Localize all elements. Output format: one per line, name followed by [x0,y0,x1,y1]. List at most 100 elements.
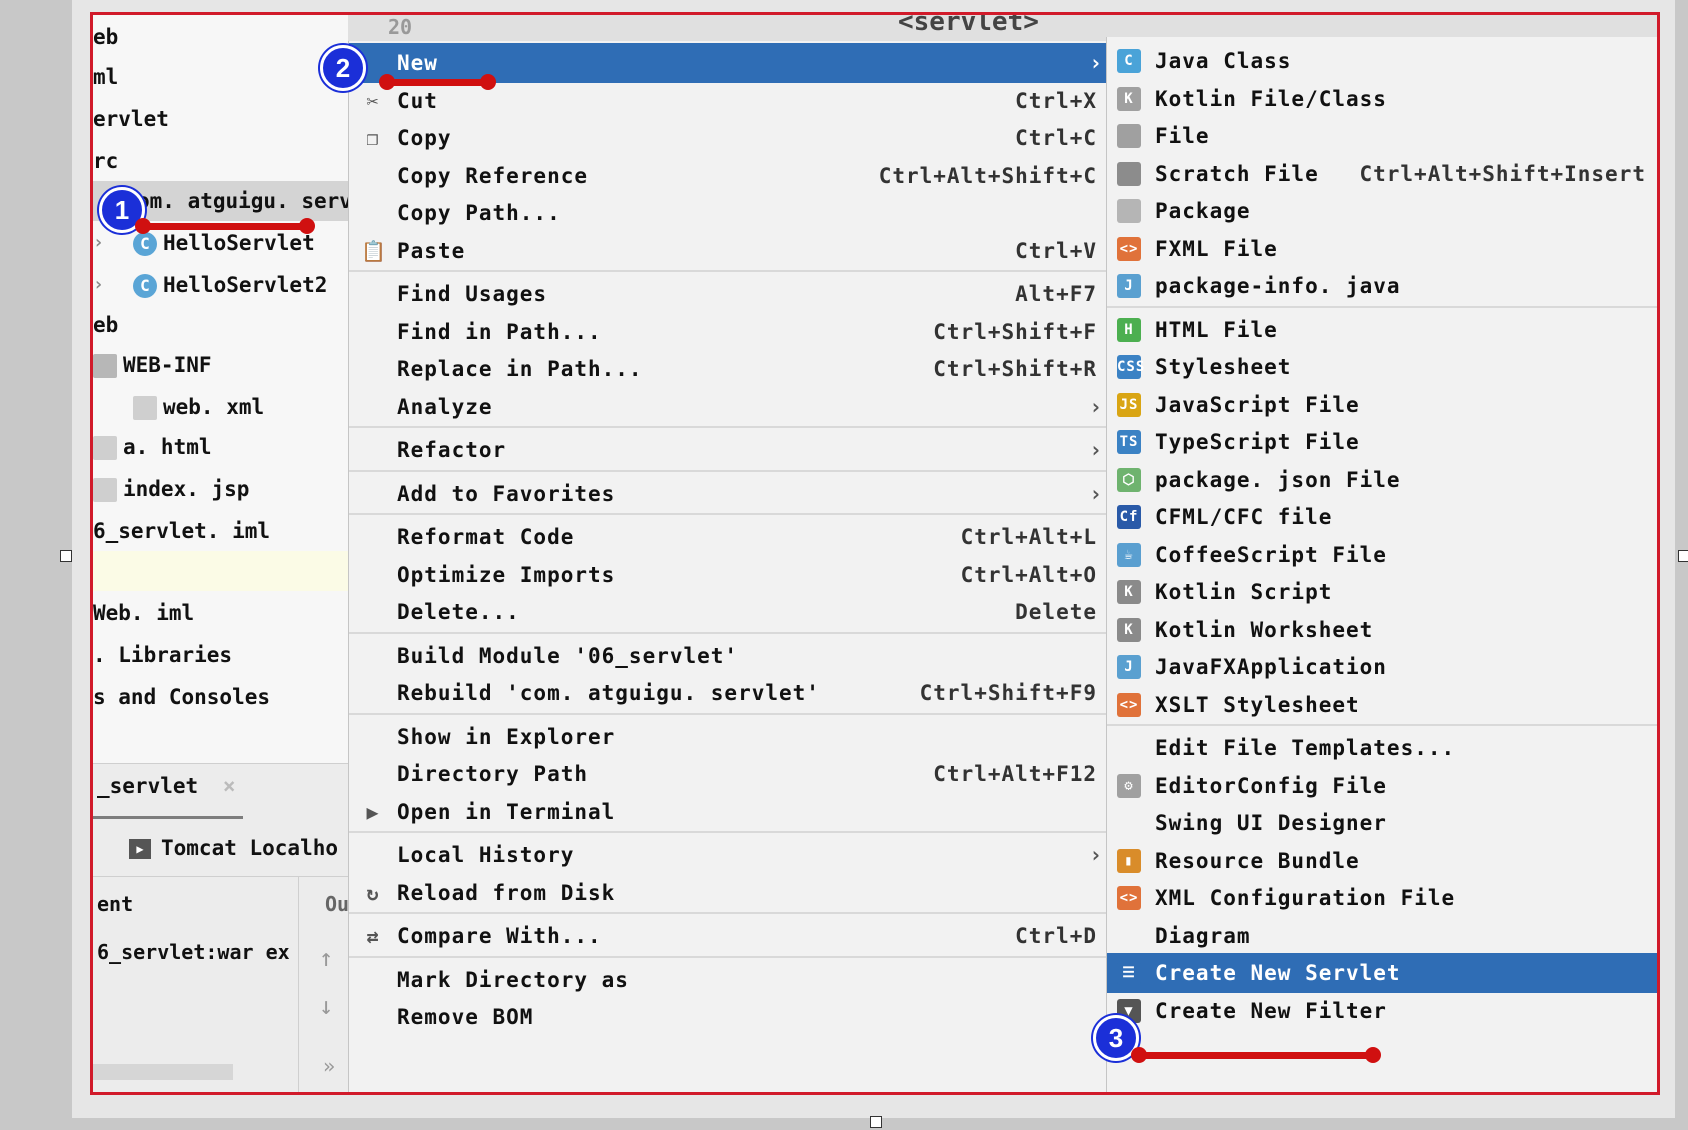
menu-item-add-to-favorites[interactable]: Add to Favorites › [349,474,1107,514]
menu-item-local-history[interactable]: Local History › [349,835,1107,875]
resize-handle-left[interactable] [60,550,72,562]
shortcut-label: Ctrl+Alt+L [960,525,1097,549]
menu-item-find-usages[interactable]: Find Usages Alt+F7 [349,274,1107,314]
tree-item-libraries[interactable]: . Libraries [93,635,348,675]
tree-item-ervlet[interactable]: ervlet [93,99,348,139]
submenu-item-fxml-file[interactable]: <> FXML File [1107,229,1657,269]
menu-item-open-in-terminal[interactable]: ▶ Open in Terminal [349,792,1107,832]
arrow-up-icon[interactable]: ↑ [319,944,333,972]
menu-item-label: Analyze [397,394,493,419]
submenu-item-java-class[interactable]: C Java Class [1107,41,1657,81]
submenu-item-create-new-filter[interactable]: ▼ Create New Filter [1107,991,1657,1031]
java-class-icon: C [133,232,157,256]
menu-item-copy-reference[interactable]: Copy Reference Ctrl+Alt+Shift+C [349,156,1107,196]
tree-item-web-xml[interactable]: web. xml [93,387,348,427]
submenu-item-label: Diagram [1155,923,1251,948]
submenu-item-label: File [1155,124,1210,148]
submenu-arrow-icon: › [1654,803,1657,843]
scrollbar[interactable] [93,1064,233,1080]
menu-item-delete[interactable]: Delete... Delete [349,592,1107,632]
submenu-item-resource-bundle[interactable]: ▮ Resource Bundle [1107,841,1657,881]
more-icon[interactable]: » [323,1054,335,1078]
submenu-item-diagram[interactable]: Diagram › [1107,916,1657,956]
services-tab[interactable]: _servlet × [97,774,235,798]
tree-item-web-iml[interactable]: Web. iml [93,593,348,633]
menu-item-label: Copy Reference [397,163,589,188]
menu-item-show-in-explorer[interactable]: Show in Explorer [349,717,1107,757]
submenu-item-file[interactable]: File [1107,116,1657,156]
resize-handle-right[interactable] [1678,550,1688,562]
tree-item-eb[interactable]: eb [93,305,348,345]
submenu-item-javafxapplication[interactable]: J JavaFXApplication [1107,647,1657,687]
tomcat-item[interactable]: ▶ Tomcat Localho [129,836,338,860]
artifact-item[interactable]: 6_servlet:war ex [97,940,290,964]
tree-item-blank[interactable] [93,551,348,591]
menu-item-label: Compare With... [397,924,602,948]
tree-item-label: web. xml [163,395,265,419]
tree-item-a-html[interactable]: a. html [93,427,348,467]
submenu-item-package[interactable]: Package [1107,191,1657,231]
submenu-item-label: XSLT Stylesheet [1155,692,1360,717]
editor-tag: <servlet> [898,12,1039,37]
menu-item-replace-in-path[interactable]: Replace in Path... Ctrl+Shift+R [349,349,1107,389]
menu-item-copy[interactable]: ❐ Copy Ctrl+C [349,118,1107,158]
menu-item-paste[interactable]: 📋 Paste Ctrl+V [349,231,1107,271]
chevron-right-icon[interactable]: › [93,265,104,305]
submenu-item-coffeescript-file[interactable]: ☕ CoffeeScript File [1107,535,1657,575]
tree-item-helloservlet2[interactable]: › C HelloServlet2 [93,265,348,305]
submenu-item-label: Kotlin Script [1155,580,1333,604]
submenu-item-stylesheet[interactable]: CSS Stylesheet [1107,347,1657,387]
submenu-item-swing-ui-designer[interactable]: Swing UI Designer › [1107,803,1657,843]
deployment-header: ent [97,892,134,916]
run-icon: ▶ [129,839,151,859]
menu-item-directory-path[interactable]: Directory Path Ctrl+Alt+F12 [349,754,1107,794]
submenu-item-kotlin-file-class[interactable]: K Kotlin File/Class [1107,79,1657,119]
menu-item-new[interactable]: New › [349,43,1107,83]
tree-item-label: HelloServlet [163,231,315,255]
submenu-item-kotlin-script[interactable]: K Kotlin Script [1107,572,1657,612]
menu-item-optimize-imports[interactable]: Optimize Imports Ctrl+Alt+O [349,555,1107,595]
submenu-item-typescript-file[interactable]: TS TypeScript File [1107,422,1657,462]
submenu-item-create-new-servlet[interactable]: ☰ Create New Servlet [1107,953,1657,993]
menu-item-cut[interactable]: ✂ Cut Ctrl+X [349,81,1107,121]
menu-item-reformat-code[interactable]: Reformat Code Ctrl+Alt+L [349,517,1107,557]
menu-item-remove-bom[interactable]: Remove BOM [349,997,1107,1037]
submenu-item-html-file[interactable]: H HTML File [1107,310,1657,350]
menu-item-reload-from-disk[interactable]: ↻ Reload from Disk [349,873,1107,913]
shortcut-label: Delete [1015,600,1097,624]
arrow-down-icon[interactable]: ↓ [319,992,333,1020]
menu-item-compare-with[interactable]: ⇄ Compare With... Ctrl+D [349,916,1107,956]
menu-item-rebuild-com-atguigu-servlet[interactable]: Rebuild 'com. atguigu. servlet' Ctrl+Shif… [349,673,1107,713]
tree-item-web-inf[interactable]: WEB-INF [93,345,348,385]
menu-item-mark-directory-as[interactable]: Mark Directory as [349,960,1107,1000]
submenu-item-package-info-java[interactable]: Jpackage-info. java [1107,266,1657,306]
submenu-item-edit-file-templates[interactable]: Edit File Templates... [1107,728,1657,768]
submenu-item-xslt-stylesheet[interactable]: <> XSLT Stylesheet [1107,685,1657,725]
tree-item-ml[interactable]: ml [93,57,348,97]
tree-item-eb[interactable]: eb [93,17,348,57]
submenu-item-kotlin-worksheet[interactable]: K Kotlin Worksheet [1107,610,1657,650]
submenu-item-package-json-file[interactable]: ⬡ package. json File [1107,460,1657,500]
tree-item-s-and-consoles[interactable]: s and Consoles [93,677,348,717]
tree-item-index-jsp[interactable]: index. jsp [93,469,348,509]
services-pane: _servlet × ▶ Tomcat Localho ent Ou 6_serv… [93,763,348,1092]
menu-item-label: Optimize Imports [397,562,616,587]
submenu-item-cfml-cfc-file[interactable]: Cf CFML/CFC file [1107,497,1657,537]
tree-item-6-servlet-iml[interactable]: 6_servlet. iml [93,511,348,551]
submenu-item-label: Java Class [1155,49,1292,73]
menu-item-analyze[interactable]: Analyze › [349,387,1107,427]
chevron-right-icon[interactable]: › [93,223,104,263]
close-icon[interactable]: × [223,774,236,798]
submenu-item-editorconfig-file[interactable]: ⚙ EditorConfig File [1107,766,1657,806]
resize-handle-bottom[interactable] [870,1116,882,1128]
menu-item-build-module-06-servlet[interactable]: Build Module '06_servlet' [349,636,1107,676]
menu-item-find-in-path[interactable]: Find in Path... Ctrl+Shift+F [349,312,1107,352]
submenu-item-javascript-file[interactable]: JS JavaScript File [1107,385,1657,425]
submenu-item-xml-configuration-file[interactable]: <> XML Configuration File › [1107,878,1657,918]
submenu-item-label: CoffeeScript File [1155,542,1387,567]
menu-item-copy-path[interactable]: Copy Path... [349,193,1107,233]
tree-item-rc[interactable]: rc [93,141,348,181]
menu-item-refactor[interactable]: Refactor › [349,430,1107,470]
submenu-item-scratch-file[interactable]: Scratch File Ctrl+Alt+Shift+Insert [1107,154,1657,194]
package-json-file-icon: ⬡ [1117,467,1141,492]
